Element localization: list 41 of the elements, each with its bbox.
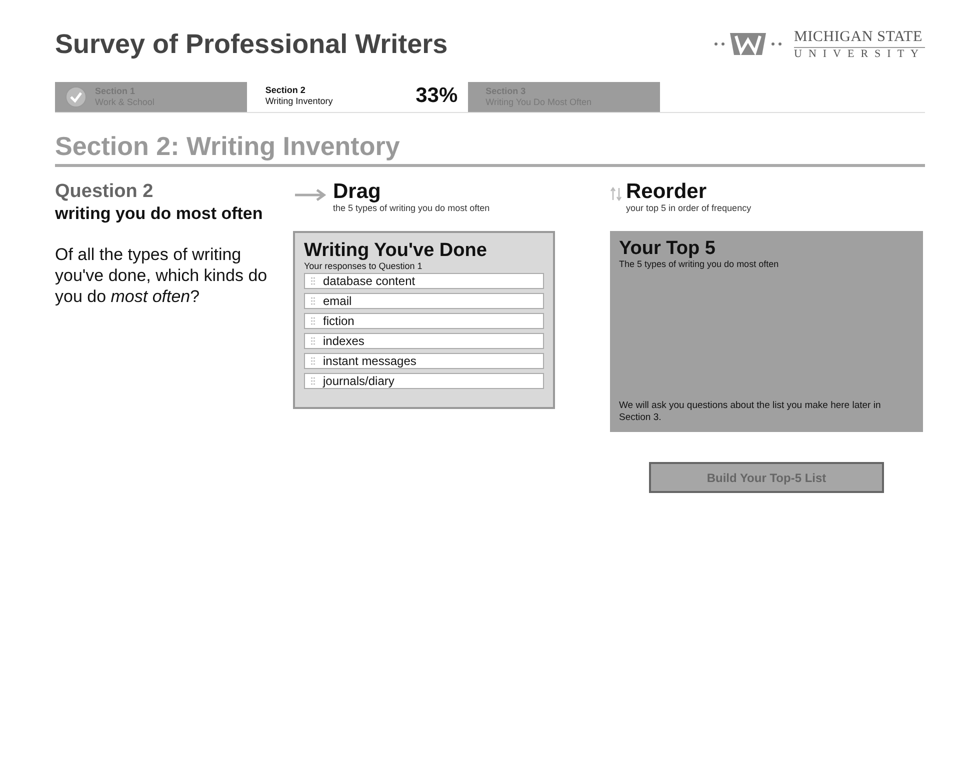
question-prompt: Of all the types of writing you've done, which kinds do you do most often? [55, 244, 268, 307]
step-hint: the 5 types of writing you do most often [333, 203, 490, 213]
survey-title: Survey of Professional Writers [55, 28, 448, 60]
item-label: indexes [323, 334, 364, 348]
up-down-arrows-icon [610, 187, 622, 201]
grip-icon [311, 337, 315, 345]
grip-icon [311, 277, 315, 285]
item-label: database content [323, 274, 416, 288]
grip-icon [311, 357, 315, 365]
progress-percent: 33% [416, 84, 458, 108]
item-label: email [323, 294, 352, 308]
university-subname: UNIVERSITY [794, 48, 925, 60]
grip-icon [311, 297, 315, 305]
grip-icon [311, 377, 315, 385]
check-icon [65, 86, 87, 108]
panel-subtitle: Your responses to Question 1 [304, 261, 424, 271]
step-heading: Drag [333, 181, 382, 203]
grip-icon [311, 317, 315, 325]
draggable-item[interactable]: fiction [304, 313, 544, 329]
question-topic: writing you do most often [55, 203, 264, 224]
step-subtitle: Writing Inventory [265, 96, 334, 107]
university-name: MICHIGAN STATE [794, 28, 925, 48]
draggable-item[interactable]: instant messages [304, 353, 544, 369]
panel-title: Writing You've Done [304, 241, 488, 261]
progress-step[interactable]: Section 2 Writing Inventory 33% [247, 80, 468, 112]
draggable-item[interactable]: indexes [304, 333, 544, 349]
arrow-right-icon [293, 188, 329, 202]
panel-title: Your Top 5 [619, 239, 716, 259]
item-label: fiction [323, 314, 354, 328]
step-heading: Reorder [626, 181, 708, 203]
draggable-item[interactable]: journals/diary [304, 373, 544, 389]
section-heading: Section 2: Writing Inventory [55, 131, 925, 167]
step-hint: your top 5 in order of frequency [626, 203, 752, 213]
question-number: Question 2 [55, 181, 154, 203]
item-label: instant messages [323, 354, 416, 368]
panel-note: We will ask you questions about the list you make here later in Section 3. [619, 400, 882, 424]
step-title: Section 2 [265, 85, 306, 96]
draggable-item[interactable]: email [304, 293, 544, 309]
panel-subtitle: The 5 types of writing you do most often [619, 259, 780, 269]
draggable-item[interactable]: database content [304, 273, 544, 289]
item-label: journals/diary [323, 374, 394, 388]
